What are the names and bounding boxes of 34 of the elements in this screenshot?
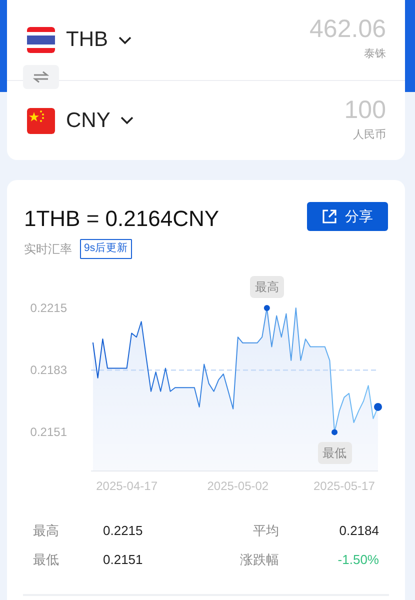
low-label: 最低	[318, 442, 352, 464]
x-tick-label: 2025-04-17	[96, 478, 158, 493]
flag-icon	[27, 108, 55, 134]
flag-icon	[27, 27, 55, 53]
update-countdown-tag: 9s后更新	[80, 239, 132, 259]
stat-value: -1.50%	[336, 551, 379, 570]
swap-icon	[33, 71, 49, 83]
stat-label: 涨跌幅	[239, 551, 279, 570]
exchange-rate-title: 1THB = 0.2164CNY	[24, 205, 220, 233]
realtime-rate-label: 实时汇率	[24, 240, 72, 258]
swap-button[interactable]	[23, 65, 59, 89]
x-tick-label: 2025-05-17	[314, 478, 375, 493]
data-point-marker	[264, 304, 270, 311]
y-tick-label: 0.2183	[30, 362, 67, 377]
currency-selector[interactable]: CNY	[27, 104, 134, 136]
chevron-down-icon	[118, 36, 132, 44]
currency-name: 人民币	[352, 128, 386, 143]
currency-selector[interactable]: THB	[27, 24, 132, 56]
share-button[interactable]: 分享	[307, 202, 388, 231]
stat-label: 最高	[33, 522, 60, 540]
data-point-marker	[374, 402, 382, 411]
chevron-down-icon	[120, 116, 134, 125]
stat-value: 0.2184	[338, 522, 379, 540]
high-label: 最高	[250, 276, 284, 298]
stat-value: 0.2151	[103, 551, 144, 570]
x-tick-label: 2025-05-02	[207, 478, 269, 493]
y-tick-label: 0.2151	[30, 424, 67, 439]
stat-label: 平均	[252, 522, 279, 540]
share-icon	[322, 209, 337, 224]
currency-name: 泰铢	[363, 47, 386, 62]
stat-label: 最低	[33, 551, 60, 570]
data-point-marker	[332, 428, 338, 435]
y-tick-label: 0.2215	[30, 300, 67, 315]
stat-value: 0.2215	[103, 522, 144, 540]
